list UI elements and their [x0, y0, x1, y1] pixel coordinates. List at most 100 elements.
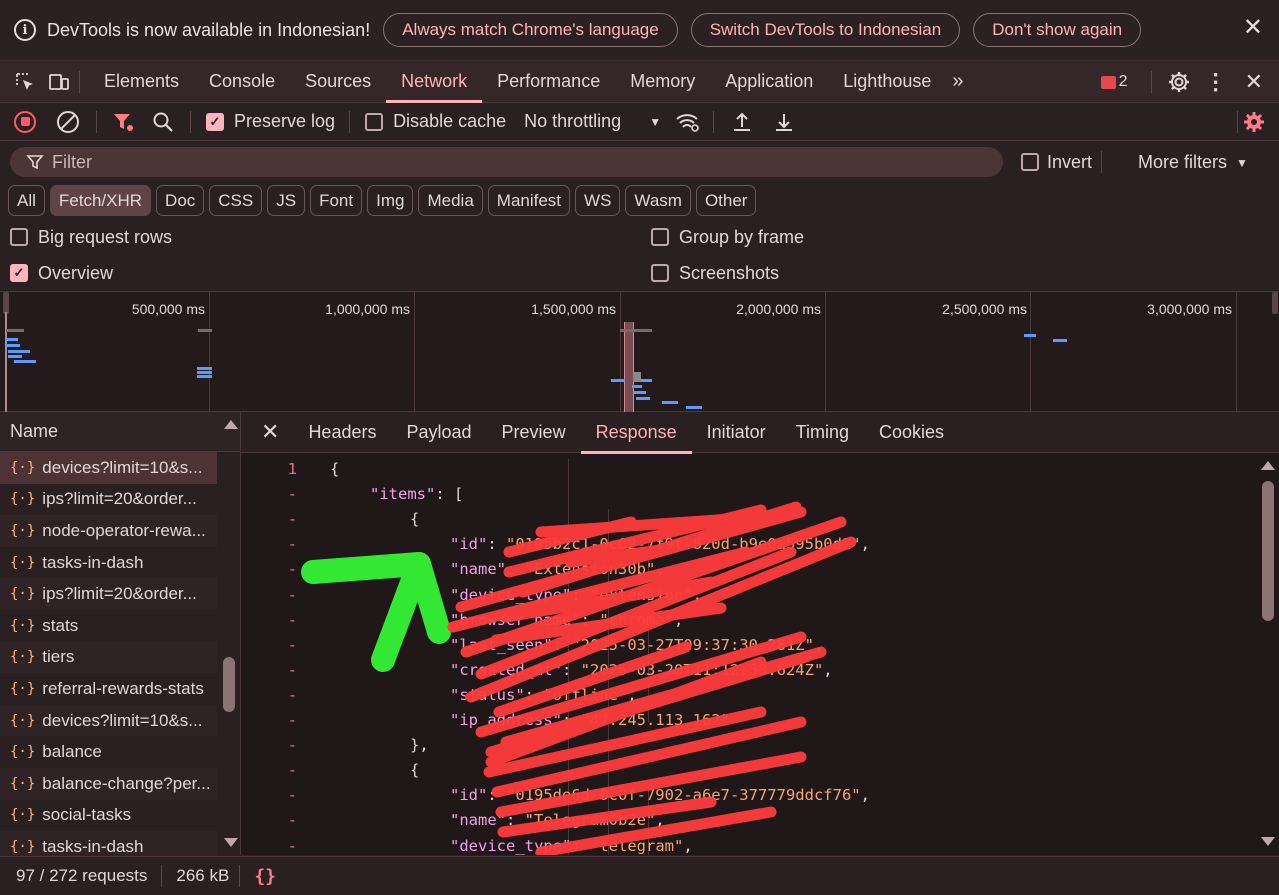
close-devtools-icon[interactable]: ✕	[1245, 69, 1263, 95]
pretty-print-icon[interactable]: {}	[254, 866, 276, 887]
transferred-size: 266 kB	[176, 866, 230, 885]
scroll-down-icon[interactable]	[224, 838, 238, 847]
settings-gear-icon[interactable]	[1167, 70, 1191, 94]
name-column-header[interactable]: Name	[0, 412, 240, 452]
preserve-log-checkbox[interactable]: ✓	[206, 112, 224, 131]
request-row[interactable]: {·} social-tasks	[0, 800, 217, 832]
chip-ws[interactable]: WS	[575, 185, 621, 216]
request-row[interactable]: {·} tasks-in-dash	[0, 547, 217, 579]
dont-show-again-button[interactable]: Don't show again	[973, 13, 1142, 47]
invert-checkbox[interactable]	[1021, 153, 1039, 171]
request-row[interactable]: {·} tiers	[0, 641, 217, 674]
request-name: tiers	[42, 647, 75, 667]
disable-cache-checkbox[interactable]	[365, 112, 384, 131]
detail-tab-preview[interactable]: Preview	[487, 412, 581, 453]
chip-wasm[interactable]: Wasm	[625, 185, 691, 216]
line-number: -	[287, 660, 297, 679]
switch-language-button[interactable]: Switch DevTools to Indonesian	[690, 13, 961, 47]
tab-console[interactable]: Console	[194, 61, 290, 102]
request-row[interactable]: {·} referral-rewards-stats	[0, 673, 217, 705]
group-by-frame-checkbox[interactable]	[651, 228, 669, 246]
range-line-left	[5, 312, 7, 412]
request-row[interactable]: {·} ips?limit=20&order...	[0, 484, 217, 516]
option-screenshots[interactable]: Screenshots	[651, 256, 779, 290]
stop-recording-icon[interactable]	[14, 110, 36, 133]
chip-manifest[interactable]: Manifest	[487, 185, 571, 216]
import-har-icon[interactable]	[731, 111, 753, 133]
detail-tab-payload[interactable]: Payload	[391, 412, 486, 453]
tab-performance[interactable]: Performance	[482, 61, 615, 102]
chip-fetch-xhr[interactable]: Fetch/XHR	[49, 185, 152, 216]
detail-tab-response[interactable]: Response	[580, 412, 692, 454]
chip-all[interactable]: All	[8, 185, 45, 216]
kebab-menu-icon[interactable]: ⋮	[1205, 69, 1227, 95]
filter-funnel-icon[interactable]	[112, 111, 134, 133]
more-filters-dropdown[interactable]: More filters ▼	[1138, 152, 1248, 173]
option-group-by-frame[interactable]: Group by frame	[651, 220, 804, 254]
inspect-element-icon[interactable]	[14, 71, 36, 93]
request-row[interactable]: {·} balance	[0, 736, 217, 768]
big-request-rows-checkbox[interactable]	[10, 228, 28, 246]
scroll-thumb[interactable]	[1262, 481, 1274, 621]
code-text: "created_at": "2025-03-20T11:12:53.624Z"…	[450, 658, 833, 683]
export-har-icon[interactable]	[773, 111, 795, 133]
request-row[interactable]: {·} node-operator-rewa...	[0, 515, 217, 547]
overview-label: Overview	[38, 262, 114, 283]
request-row[interactable]: {·} stats	[0, 610, 217, 642]
request-row[interactable]: {·} devices?limit=10&s...	[0, 452, 217, 484]
chip-media[interactable]: Media	[418, 185, 483, 216]
request-bar	[6, 344, 20, 347]
chip-img[interactable]: Img	[367, 185, 414, 216]
more-tabs-icon[interactable]: »	[952, 70, 963, 93]
request-row[interactable]: {·} devices?limit=10&s...	[0, 704, 217, 737]
close-icon[interactable]: ✕	[1243, 16, 1263, 40]
detail-tab-cookies[interactable]: Cookies	[864, 412, 959, 453]
invert-label: Invert	[1047, 152, 1093, 172]
tab-memory[interactable]: Memory	[615, 61, 710, 102]
detail-tab-initiator[interactable]: Initiator	[692, 412, 781, 453]
network-overview-timeline[interactable]: 500,000 ms 1,000,000 ms 1,500,000 ms 2,0…	[0, 291, 1279, 412]
chip-other[interactable]: Other	[695, 185, 757, 216]
json-key: "device_type"	[450, 585, 572, 604]
chip-css[interactable]: CSS	[209, 185, 263, 216]
network-conditions-icon[interactable]	[675, 111, 701, 133]
chip-doc[interactable]: Doc	[156, 185, 205, 216]
tab-elements[interactable]: Elements	[89, 61, 194, 102]
scroll-up-icon[interactable]	[1261, 461, 1275, 470]
option-big-request-rows[interactable]: Big request rows	[10, 220, 172, 254]
option-overview[interactable]: ✓ Overview	[10, 256, 113, 290]
search-icon[interactable]	[152, 111, 174, 133]
throttling-select[interactable]: No throttling ▼	[524, 111, 661, 132]
device-toolbar-icon[interactable]	[48, 71, 70, 93]
tab-application[interactable]: Application	[710, 61, 828, 102]
scroll-up-icon[interactable]	[224, 420, 238, 429]
request-name: devices?limit=10&s...	[42, 457, 203, 477]
tab-network[interactable]: Network	[386, 61, 483, 103]
request-row[interactable]: {·} ips?limit=20&order...	[0, 578, 217, 610]
code-text: "id": "0195de6d-0c0f-7902-a6e7-377779ddc…	[450, 783, 870, 808]
filter-input[interactable]: Filter	[10, 147, 1003, 177]
scroll-thumb[interactable]	[223, 657, 235, 712]
range-handle-left[interactable]	[3, 292, 9, 314]
screenshots-checkbox[interactable]	[651, 264, 669, 282]
request-list-scrollbar[interactable]	[218, 412, 240, 855]
tab-lighthouse[interactable]: Lighthouse	[828, 61, 946, 102]
request-bar	[662, 401, 678, 404]
response-viewer[interactable]: 1{- "items": [-{- "id": "0195b2c1-0c02-7f9…	[241, 453, 1257, 855]
always-match-language-button[interactable]: Always match Chrome's language	[383, 13, 678, 47]
response-scrollbar[interactable]	[1257, 453, 1279, 855]
detail-tab-timing[interactable]: Timing	[781, 412, 864, 453]
request-row[interactable]: {·} balance-change?per...	[0, 767, 217, 800]
range-handle-right[interactable]	[1272, 292, 1278, 314]
chip-font[interactable]: Font	[310, 185, 363, 216]
error-count-badge[interactable]: 2	[1100, 73, 1128, 91]
close-detail-icon[interactable]: ✕	[261, 419, 279, 445]
detail-tab-headers[interactable]: Headers	[293, 412, 391, 453]
scroll-down-icon[interactable]	[1261, 837, 1275, 846]
clear-icon[interactable]	[56, 110, 80, 134]
json-string: "2025-03-20T11:12:53.624Z"	[580, 660, 824, 679]
chip-js[interactable]: JS	[267, 185, 306, 216]
tab-sources[interactable]: Sources	[290, 61, 386, 102]
overview-checkbox[interactable]: ✓	[10, 264, 28, 282]
network-settings-icon[interactable]	[1242, 110, 1266, 134]
